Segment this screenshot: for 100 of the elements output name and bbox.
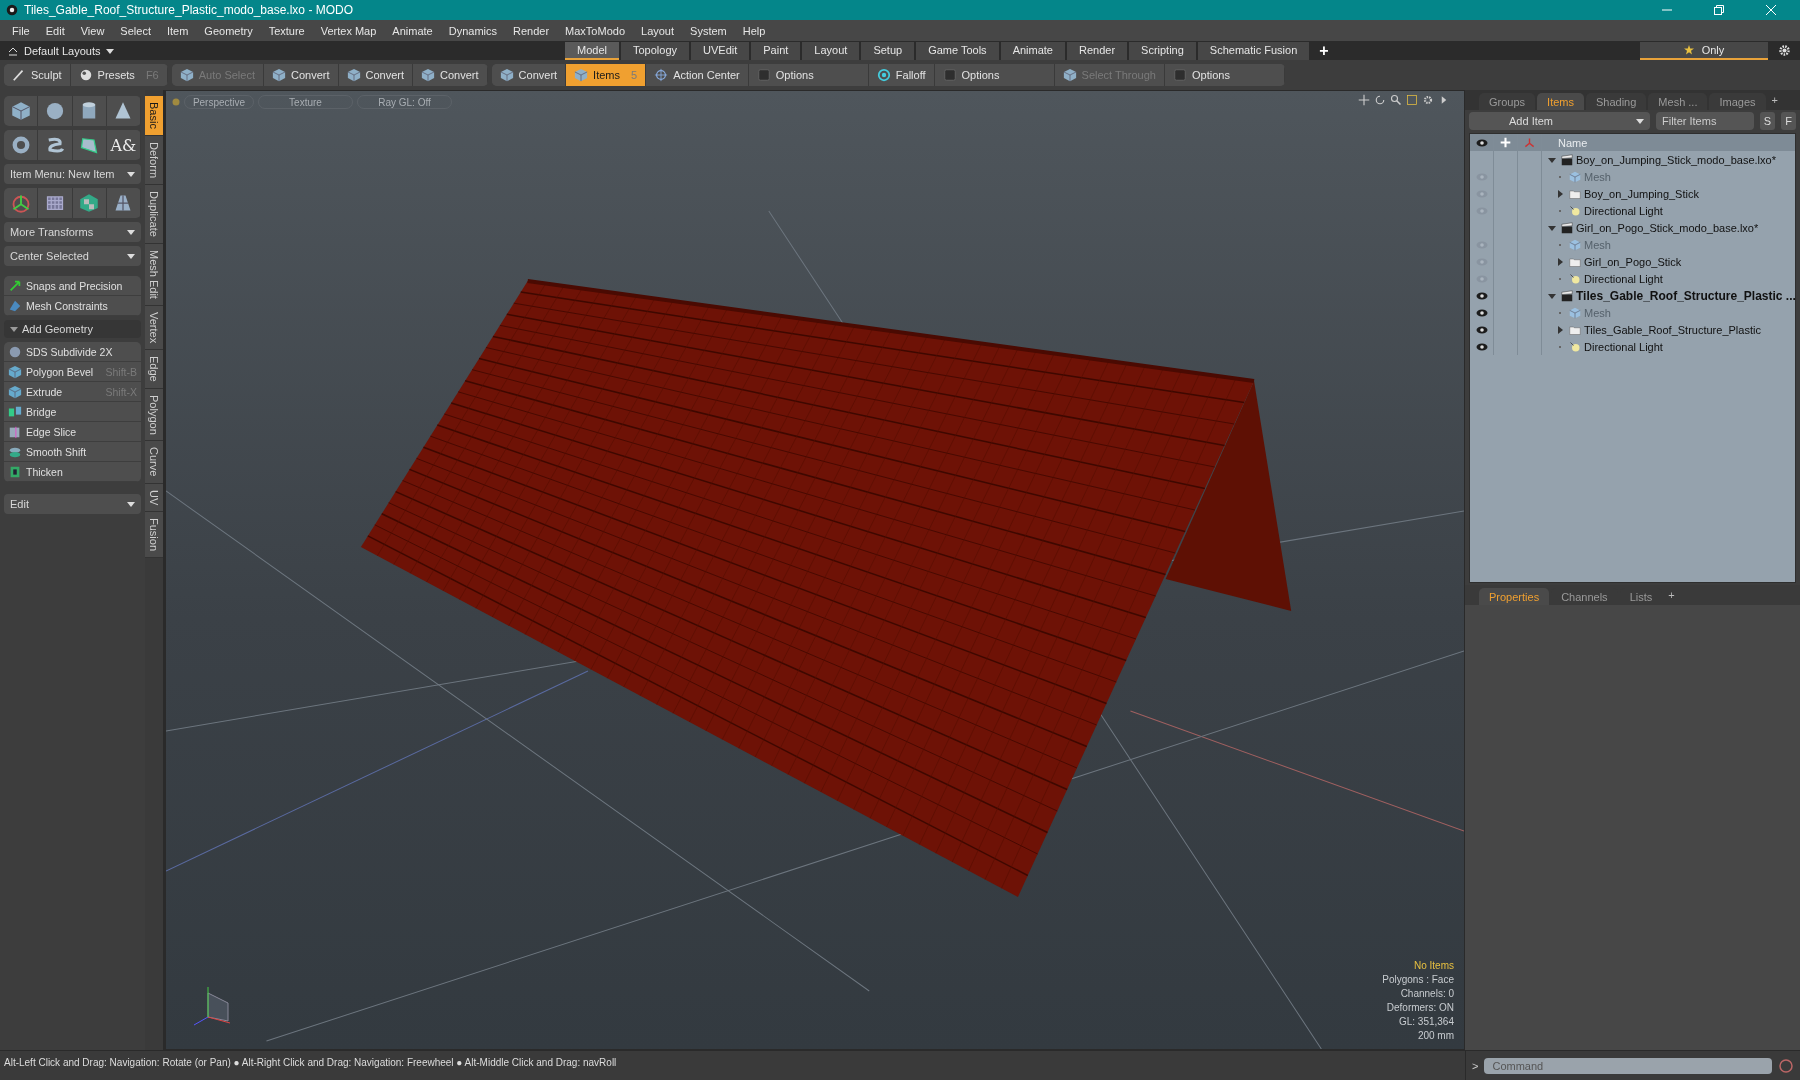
panel-tab[interactable]: Images	[1709, 93, 1766, 110]
side-tab[interactable]: Polygon	[145, 388, 163, 442]
tree-row[interactable]: Directional Light	[1470, 338, 1795, 355]
caret-icon[interactable]	[106, 46, 115, 55]
side-tab[interactable]: Curve	[145, 441, 163, 484]
tool-button[interactable]: Bridge	[4, 402, 141, 422]
menu-item[interactable]: Edit	[37, 24, 73, 37]
menu-item[interactable]: Layout	[633, 24, 683, 37]
panel-tab[interactable]: Properties	[1479, 588, 1550, 605]
item-menu-dropdown[interactable]: Item Menu: New Item	[4, 164, 141, 184]
add-tab-button[interactable]: +	[1311, 41, 1337, 60]
layouts-dropdown[interactable]: Default Layouts	[24, 44, 101, 57]
layout-tab[interactable]: Render	[1067, 41, 1128, 60]
command-field[interactable]: Command	[1484, 1057, 1772, 1074]
toolbar-button[interactable]: Items 5	[566, 64, 647, 86]
side-tab[interactable]: UV	[145, 483, 163, 513]
caret-icon[interactable]	[1636, 117, 1644, 125]
add-tab-button[interactable]: +	[1767, 94, 1782, 106]
caret-icon[interactable]	[1548, 155, 1556, 164]
menu-item[interactable]: Animate	[384, 24, 441, 37]
edit-dropdown[interactable]: Edit	[4, 494, 141, 514]
panel-tab[interactable]: Groups	[1479, 93, 1536, 110]
caret-icon[interactable]	[127, 170, 135, 178]
tool-button[interactable]: SDS Subdivide 2X	[4, 342, 141, 362]
menu-item[interactable]: Vertex Map	[312, 24, 385, 37]
eye-icon[interactable]	[1475, 342, 1488, 351]
cube-icon	[8, 384, 22, 399]
caret-icon[interactable]	[127, 500, 135, 508]
only-button[interactable]: Only	[1640, 41, 1768, 60]
layout-tab[interactable]: Schematic Fusion	[1197, 41, 1310, 60]
add-tab-button[interactable]: +	[1664, 589, 1679, 601]
tool-button[interactable]: Mesh Constraints	[4, 296, 141, 316]
tree-row[interactable]: Boy_on_Jumping_Stick_modo_base.lxo*	[1470, 151, 1795, 168]
layout-tab[interactable]: Animate	[1000, 41, 1065, 60]
side-tab[interactable]: Edge	[145, 349, 163, 389]
menu-item[interactable]: Texture	[260, 24, 313, 37]
panel-tab[interactable]: Shading	[1586, 93, 1647, 110]
section-header[interactable]: Add Geometry	[4, 320, 141, 338]
menu-item[interactable]: Render	[505, 24, 558, 37]
menu-item[interactable]: System	[682, 24, 735, 37]
toolbar-button[interactable]: Convert	[491, 64, 567, 86]
layout-tab[interactable]: Layout	[802, 41, 860, 60]
side-tab[interactable]: Mesh Edit	[145, 243, 163, 306]
side-tab[interactable]: Duplicate	[145, 184, 163, 244]
panel-tab[interactable]: Mesh ...	[1648, 93, 1708, 110]
eye-icon[interactable]	[1475, 308, 1488, 317]
filter-toggle[interactable]: F	[1781, 112, 1796, 130]
layout-tab[interactable]: UVEdit	[691, 41, 750, 60]
panel-tab[interactable]: Items	[1537, 93, 1584, 110]
viewport-info: Polygons : Face	[1382, 973, 1454, 987]
search-icon	[1390, 94, 1402, 106]
expand-arrow-icon[interactable]	[1556, 325, 1564, 334]
side-tab[interactable]: Deform	[145, 135, 163, 185]
tree-row[interactable]: Tiles_Gable_Roof_Structure_Plastic	[1470, 321, 1795, 338]
tool-button[interactable]: Smooth Shift	[4, 442, 141, 462]
caret-icon[interactable]	[127, 228, 135, 236]
tree-row[interactable]: Directional Light	[1470, 270, 1795, 287]
tool-button[interactable]: Thicken	[4, 462, 141, 482]
caret-icon[interactable]	[1548, 223, 1556, 232]
eye-icon[interactable]	[1475, 138, 1488, 147]
toolbar-button[interactable]: Sculpt	[4, 64, 71, 86]
menu-item[interactable]: Geometry	[196, 24, 261, 37]
add-item-dropdown[interactable]: Add Item	[1469, 112, 1650, 130]
filter-toggle[interactable]: S	[1760, 112, 1775, 130]
tree-row[interactable]: Girl_on_Pogo_Stick	[1470, 253, 1795, 270]
tool-button[interactable]: Edge Slice	[4, 422, 141, 442]
tree-row[interactable]: Girl_on_Pogo_Stick_modo_base.lxo*	[1470, 219, 1795, 236]
side-tab[interactable]: Vertex	[145, 305, 163, 350]
menu-item[interactable]: Dynamics	[440, 24, 505, 37]
menu-item[interactable]: File	[4, 24, 38, 37]
eye-icon[interactable]	[1475, 291, 1488, 300]
menu-item[interactable]: View	[72, 24, 113, 37]
transform-dropdown[interactable]: Center Selected	[4, 246, 141, 266]
tree-row[interactable]: Boy_on_Jumping_Stick	[1470, 185, 1795, 202]
filter-field[interactable]: Filter Items	[1656, 112, 1754, 130]
eye-icon[interactable]	[1475, 325, 1488, 334]
side-tab[interactable]: Fusion	[145, 512, 163, 559]
layout-tab[interactable]: Game Tools	[916, 41, 999, 60]
menu-item[interactable]: Item	[158, 24, 197, 37]
caret-icon[interactable]	[10, 325, 18, 333]
menu-item[interactable]: Help	[734, 24, 774, 37]
layout-tab[interactable]: Scripting	[1129, 41, 1196, 60]
tree-row[interactable]: Tiles_Gable_Roof_Structure_Plastic ...	[1470, 287, 1795, 304]
tree-row[interactable]: Directional Light	[1470, 202, 1795, 219]
collapse-icon[interactable]	[8, 45, 18, 56]
text-tool-icon[interactable]: A&	[110, 135, 137, 155]
side-tab[interactable]: Basic	[145, 96, 163, 136]
menu-item[interactable]: Select	[112, 24, 159, 37]
caret-icon[interactable]	[127, 252, 135, 260]
tool-button[interactable]: Snaps and Precision	[4, 276, 141, 296]
layout-tab[interactable]: Setup	[861, 41, 915, 60]
expand-arrow-icon[interactable]	[1556, 257, 1564, 266]
transform-dropdown[interactable]: More Transforms	[4, 222, 141, 242]
menu-item[interactable]: MaxToModo	[557, 24, 633, 37]
layout-tab[interactable]: Model	[565, 41, 619, 60]
layout-tab[interactable]: Paint	[751, 41, 801, 60]
expand-arrow-icon[interactable]	[1556, 189, 1564, 198]
layout-tab[interactable]: Topology	[620, 41, 689, 60]
caret-icon[interactable]	[1548, 291, 1556, 300]
lock-icon	[1500, 137, 1511, 148]
